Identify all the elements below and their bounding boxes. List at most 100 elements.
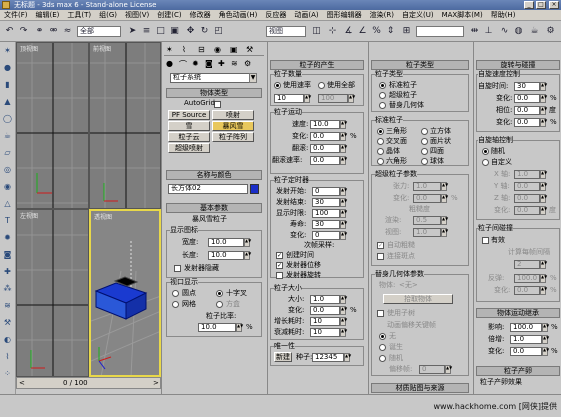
viewport-left[interactable]: 左视图 <box>16 209 89 377</box>
space-warps-icon[interactable]: ≋ <box>231 59 238 68</box>
rollout-particle-spawn[interactable]: 粒子产卵 <box>476 366 560 376</box>
instanced-geometry-radio[interactable] <box>379 102 386 109</box>
z-axis-spinner[interactable]: 0.0 <box>514 194 540 203</box>
y-axis-arrows[interactable]: ▲▼ <box>540 182 547 191</box>
speed-spinner[interactable]: 10.0 <box>310 120 340 129</box>
x-axis-spinner[interactable]: 1.0 <box>514 170 540 179</box>
rollout-rotation-collision[interactable]: 旋转与碰撞 <box>476 60 560 70</box>
create-panel-icon[interactable]: ✶ <box>166 45 173 54</box>
frame-offset-spinner[interactable]: 0 <box>419 365 445 374</box>
angle-snap-icon[interactable]: ∠ <box>356 24 369 38</box>
tension-variation-spinner[interactable]: 0.0 <box>413 194 441 203</box>
multiplier-spinner[interactable]: 1.0 <box>510 335 542 344</box>
offset-random-radio[interactable] <box>379 355 386 362</box>
menu-character[interactable]: 角色动画(H) <box>215 10 262 20</box>
bind-space-warp-icon[interactable]: ≈ <box>61 24 74 38</box>
percentage-spinner[interactable]: 10.0 <box>198 323 236 332</box>
helpers-icon[interactable]: ✚ <box>218 59 225 68</box>
fade-arrows[interactable]: ▲▼ <box>340 328 347 337</box>
multiplier-variation-spinner[interactable]: 0.0 <box>510 347 542 356</box>
viewport-front[interactable]: 前视图 <box>89 42 161 209</box>
cone-icon[interactable]: ▲ <box>1 95 14 108</box>
lights-icon[interactable]: ✹ <box>192 59 199 68</box>
mirror-icon[interactable]: ⇹ <box>468 24 481 38</box>
align-icon[interactable]: ⊥ <box>482 24 495 38</box>
named-selection-set-dropdown[interactable] <box>416 26 464 37</box>
tube-icon[interactable]: ◉ <box>1 180 14 193</box>
close-button[interactable]: × <box>549 1 559 9</box>
time-slider-next[interactable]: > <box>153 378 159 388</box>
phase-spinner[interactable]: 0.0 <box>514 106 540 115</box>
pcloud-button[interactable]: 粒子云 <box>168 132 210 142</box>
menu-help[interactable]: 帮助(H) <box>487 10 520 20</box>
menu-maxscript[interactable]: MAX脚本(M) <box>438 10 487 20</box>
named-selection-icon[interactable]: ⊞ <box>400 24 413 38</box>
grow-spinner[interactable]: 10 <box>310 317 340 326</box>
phase-variation-spinner[interactable]: 0.0 <box>514 118 540 127</box>
select-object-icon[interactable]: ➤ <box>126 24 139 38</box>
phase-arrows[interactable]: ▲▼ <box>540 106 547 115</box>
rollout-object-type[interactable]: 物体类型 <box>166 88 262 98</box>
grow-arrows[interactable]: ▲▼ <box>340 317 347 326</box>
emit-start-spinner[interactable]: 0 <box>312 187 340 196</box>
link-icon[interactable]: ⚭ <box>33 24 46 38</box>
icon-width-spinner[interactable]: 10.0 <box>208 238 244 247</box>
axis-variation-arrows[interactable]: ▲▼ <box>540 206 547 215</box>
icon-width-arrows[interactable]: ▲▼ <box>244 238 251 247</box>
menu-animation[interactable]: 动画(A) <box>290 10 322 20</box>
special-radio[interactable] <box>377 138 384 145</box>
region-select-icon[interactable]: □ <box>154 24 167 38</box>
create-tab-icon[interactable]: ✶ <box>1 44 14 57</box>
rate-arrows[interactable]: ▲▼ <box>304 94 311 103</box>
spin-axis-random-radio[interactable] <box>482 148 489 155</box>
one-connected-checkbox[interactable] <box>377 253 384 260</box>
select-move-icon[interactable]: ✥ <box>184 24 197 38</box>
bounce-variation-spinner[interactable]: 0.0 <box>514 286 540 295</box>
menu-reactor[interactable]: 反应器 <box>261 10 290 20</box>
icon-length-spinner[interactable]: 10.0 <box>208 251 244 260</box>
size-variation-arrows[interactable]: ▲▼ <box>340 306 347 315</box>
torus-icon[interactable]: ◯ <box>1 112 14 125</box>
creation-time-checkbox[interactable]: ✓ <box>276 252 283 259</box>
light-icon[interactable]: ✹ <box>1 231 14 244</box>
bounce-arrows[interactable]: ▲▼ <box>540 274 547 283</box>
spin-variation-arrows[interactable]: ▲▼ <box>540 94 547 103</box>
multiplier-variation-arrows[interactable]: ▲▼ <box>542 347 549 356</box>
menu-customize[interactable]: 自定义(U) <box>398 10 438 20</box>
life-arrows[interactable]: ▲▼ <box>340 220 347 229</box>
render-coarseness-spinner[interactable]: 0.5 <box>413 216 441 225</box>
triangle-radio[interactable] <box>377 128 384 135</box>
particle-icon[interactable]: ⁂ <box>1 282 14 295</box>
maximize-button[interactable]: □ <box>536 1 546 9</box>
loft-icon[interactable]: ⌇ <box>1 350 14 363</box>
rollout-name-color[interactable]: 名称与颜色 <box>166 170 262 180</box>
spin-time-spinner[interactable]: 30 <box>514 82 540 91</box>
phase-variation-arrows[interactable]: ▲▼ <box>540 118 547 127</box>
menu-file[interactable]: 文件(F) <box>0 10 32 20</box>
menu-create[interactable]: 创建(C) <box>153 10 185 20</box>
display-until-arrows[interactable]: ▲▼ <box>340 209 347 218</box>
viewport-coarseness-arrows[interactable]: ▲▼ <box>441 228 448 237</box>
systems-icon[interactable]: ⚒ <box>1 316 14 329</box>
rollout-motion-inheritance[interactable]: 物体运动继承 <box>476 308 560 318</box>
redo-icon[interactable]: ↷ <box>17 24 30 38</box>
z-axis-arrows[interactable]: ▲▼ <box>540 194 547 203</box>
total-arrows[interactable]: ▲▼ <box>348 94 355 103</box>
metaparticles-radio[interactable] <box>379 92 386 99</box>
sixpoint-radio[interactable] <box>377 158 384 165</box>
category-dropdown[interactable]: 粒子系统 <box>170 73 250 83</box>
autogrid-checkbox[interactable] <box>214 101 221 108</box>
rollout-particle-type[interactable]: 粒子类型 <box>371 60 469 70</box>
speed-arrows[interactable]: ▲▼ <box>340 120 347 129</box>
offset-birth-radio[interactable] <box>379 344 386 351</box>
spinner-snap-icon[interactable]: ⇕ <box>384 24 397 38</box>
spin-variation-spinner[interactable]: 0.0 <box>514 94 540 103</box>
menu-views[interactable]: 视图(V) <box>121 10 153 20</box>
space-warp-icon[interactable]: ≋ <box>1 299 14 312</box>
emitter-hidden-checkbox[interactable] <box>174 265 181 272</box>
use-subtree-checkbox[interactable] <box>377 310 384 317</box>
viewport-top[interactable]: 顶视图 <box>16 42 89 209</box>
variation-arrows[interactable]: ▲▼ <box>340 132 347 141</box>
menu-rendering[interactable]: 渲染(R) <box>366 10 398 20</box>
influence-spinner[interactable]: 100.0 <box>510 323 542 332</box>
